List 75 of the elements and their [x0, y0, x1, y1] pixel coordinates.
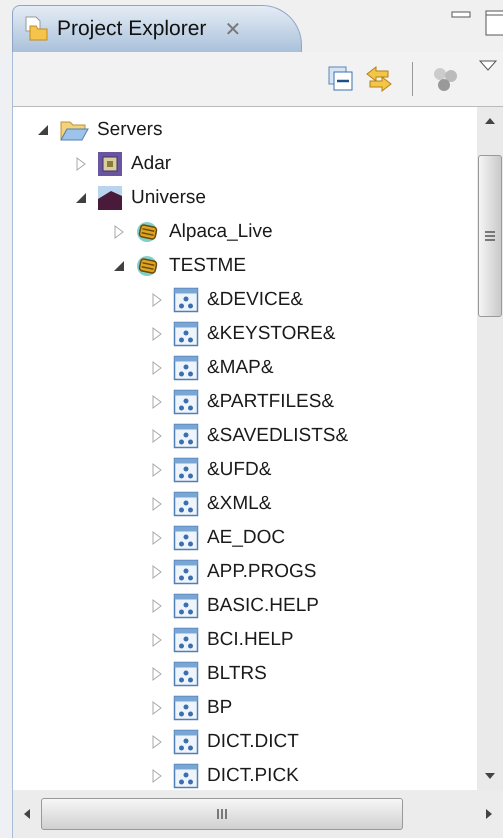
file-icon [173, 695, 199, 721]
tree-item[interactable]: APP.PROGS [207, 561, 316, 583]
link-arrows-icon[interactable] [364, 64, 394, 94]
collapsed-arrow-icon[interactable] [152, 463, 162, 477]
tree-item[interactable]: TESTME [169, 255, 246, 277]
landscape-icon [97, 185, 123, 211]
tree-item[interactable]: Alpaca_Live [169, 221, 273, 243]
file-icon [173, 389, 199, 415]
tree-item[interactable]: Universe [131, 187, 206, 209]
file-icon [173, 525, 199, 551]
collapsed-arrow-icon[interactable] [152, 565, 162, 579]
tree-item[interactable]: Adar [131, 153, 172, 175]
tree-item[interactable]: AE_DOC [207, 527, 286, 549]
tree-item[interactable]: Servers [97, 119, 162, 141]
dropdown-icon[interactable] [479, 60, 497, 72]
file-icon [173, 321, 199, 347]
expanded-arrow-icon[interactable] [113, 260, 125, 272]
collapsed-arrow-icon[interactable] [152, 667, 162, 681]
tree-item[interactable]: &UFD& [207, 459, 272, 481]
scroll-left-icon[interactable] [23, 808, 31, 820]
file-icon [173, 593, 199, 619]
collapsed-arrow-icon[interactable] [114, 225, 124, 239]
file-icon [173, 627, 199, 653]
tree-item[interactable]: &KEYSTORE& [207, 323, 336, 345]
collapsed-arrow-icon[interactable] [152, 361, 162, 375]
file-icon [173, 491, 199, 517]
scroll-up-icon[interactable] [484, 117, 496, 125]
file-icon [173, 729, 199, 755]
tree-item[interactable]: &XML& [207, 493, 272, 515]
collapse-all-icon[interactable] [328, 66, 354, 92]
file-icon [173, 559, 199, 585]
collapsed-arrow-icon[interactable] [152, 497, 162, 511]
file-icon [173, 287, 199, 313]
collapsed-arrow-icon[interactable] [152, 293, 162, 307]
collapsed-arrow-icon[interactable] [152, 429, 162, 443]
chip-icon [97, 151, 123, 177]
tree-item[interactable]: &MAP& [207, 357, 274, 379]
tree-item[interactable]: BP [207, 697, 232, 719]
maximize-icon[interactable] [485, 10, 503, 36]
tree-item[interactable]: &SAVEDLISTS& [207, 425, 348, 447]
view-title: Project Explorer [57, 17, 206, 41]
file-icon [173, 355, 199, 381]
folder-document-icon [23, 16, 49, 42]
expanded-arrow-icon[interactable] [37, 124, 49, 136]
tree-item[interactable]: BLTRS [207, 663, 267, 685]
scroll-thumb[interactable] [41, 798, 403, 830]
collapsed-arrow-icon[interactable] [152, 633, 162, 647]
collapsed-arrow-icon[interactable] [152, 735, 162, 749]
file-icon [173, 661, 199, 687]
collapsed-arrow-icon[interactable] [152, 599, 162, 613]
tree-item[interactable]: DICT.PICK [207, 765, 299, 787]
file-icon [173, 457, 199, 483]
file-icon [173, 423, 199, 449]
scroll-thumb[interactable] [478, 155, 502, 317]
grip-icon [216, 808, 228, 820]
tree-item[interactable]: &DEVICE& [207, 289, 304, 311]
tree-item[interactable]: DICT.DICT [207, 731, 299, 753]
tree-item[interactable]: BCI.HELP [207, 629, 294, 651]
collapsed-arrow-icon[interactable] [152, 395, 162, 409]
vertical-scrollbar[interactable] [477, 107, 503, 790]
tree-item[interactable]: BASIC.HELP [207, 595, 319, 617]
collapsed-arrow-icon[interactable] [152, 327, 162, 341]
scroll-right-icon[interactable] [485, 808, 493, 820]
collapsed-arrow-icon[interactable] [152, 701, 162, 715]
collapsed-arrow-icon[interactable] [76, 157, 86, 171]
scroll-down-icon[interactable] [484, 772, 496, 780]
grip-icon [484, 231, 496, 241]
tree-item[interactable]: &PARTFILES& [207, 391, 334, 413]
expanded-arrow-icon[interactable] [75, 192, 87, 204]
minimize-icon[interactable] [451, 10, 471, 20]
horizontal-scrollbar[interactable] [12, 790, 503, 838]
spheres-icon[interactable] [431, 65, 459, 93]
collapsed-arrow-icon[interactable] [152, 531, 162, 545]
file-icon [173, 763, 199, 789]
collapsed-arrow-icon[interactable] [152, 769, 162, 783]
